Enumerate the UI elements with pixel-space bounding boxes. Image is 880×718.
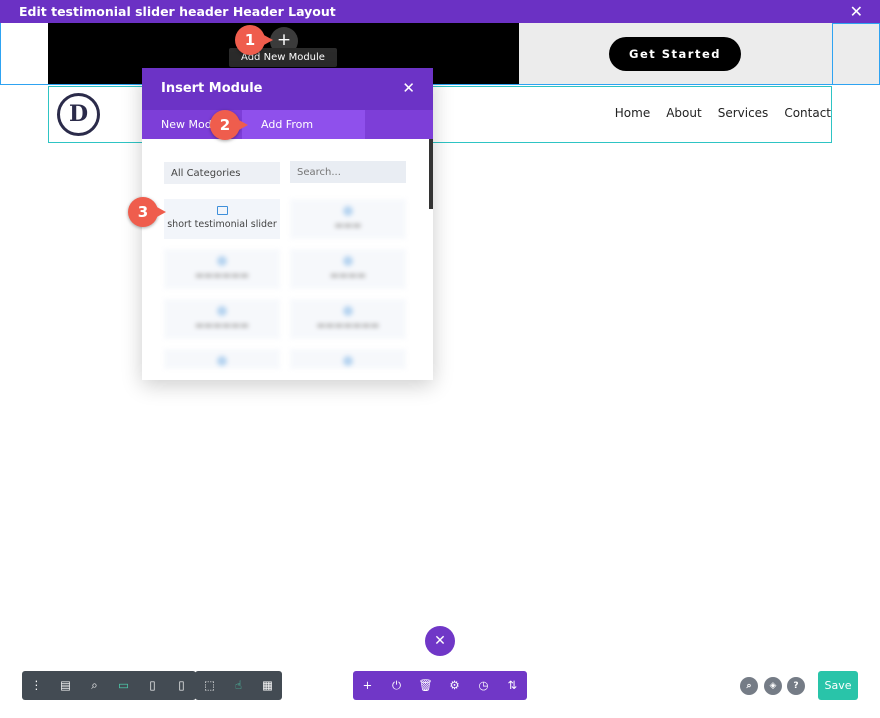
menu-item-contact[interactable]: Contact — [784, 106, 831, 120]
tab-add-from-library[interactable]: Add From Library — [242, 110, 365, 160]
step-badge-1: 1 — [235, 25, 273, 55]
desktop-icon[interactable]: ▭ — [109, 671, 138, 700]
plus-icon[interactable]: + — [353, 671, 382, 700]
library-item-blurred[interactable]: ▬▬▬▬▬▬ — [164, 249, 280, 289]
library-item-blurred[interactable]: ▬▬▬▬ — [290, 249, 406, 289]
window-title: Edit testimonial slider header Header La… — [19, 4, 336, 19]
library-item-short-testimonial-slider[interactable]: short testimonial slider — [164, 199, 280, 239]
grid-icon[interactable]: ▦ — [253, 671, 282, 700]
step-badge-3: 3 — [128, 197, 166, 227]
close-icon[interactable]: ✕ — [850, 2, 863, 21]
library-search-input[interactable] — [290, 161, 406, 183]
menu-item-home[interactable]: Home — [615, 106, 650, 120]
toolbar-tools: ⬚ ☝ ▦ — [195, 671, 282, 700]
library-item-blurred[interactable] — [164, 349, 280, 369]
modal-scrollbar[interactable] — [429, 139, 433, 209]
module-icon — [217, 356, 227, 366]
modal-title: Insert Module — [161, 81, 263, 96]
power-icon[interactable]: ⏻ — [382, 671, 411, 700]
module-icon — [343, 356, 353, 366]
phone-icon[interactable]: ▯ — [167, 671, 196, 700]
section-outline-right — [832, 23, 880, 85]
main-menu: Home About Services Contact — [615, 106, 831, 120]
modal-close-icon[interactable]: ✕ — [402, 79, 415, 97]
window-title-bar: Edit testimonial slider header Header La… — [0, 0, 880, 23]
sort-icon[interactable]: ⇅ — [498, 671, 527, 700]
section-outline — [0, 23, 880, 85]
help-icon[interactable]: ? — [787, 677, 805, 695]
menu-item-services[interactable]: Services — [718, 106, 769, 120]
zoom-icon[interactable]: ⌕ — [80, 671, 109, 700]
click-mode-icon[interactable]: ☝ — [224, 671, 253, 700]
module-icon — [217, 256, 227, 266]
library-item-blurred[interactable]: ▬▬▬▬▬▬▬ — [290, 299, 406, 339]
insert-module-modal: Insert Module ✕ New Module Add From Libr… — [142, 68, 433, 380]
close-fab-button[interactable]: ✕ — [425, 626, 455, 656]
module-icon — [343, 306, 353, 316]
more-vertical-icon[interactable]: ⋮ — [22, 671, 51, 700]
tablet-icon[interactable]: ▯ — [138, 671, 167, 700]
library-item-blurred[interactable]: ▬▬▬ — [290, 199, 406, 239]
toolbar-page-actions: + ⏻ 🗑 ⚙ ◷ ⇅ — [353, 671, 527, 700]
module-icon — [343, 256, 353, 266]
module-icon — [216, 206, 228, 215]
module-icon — [217, 306, 227, 316]
library-item-label: short testimonial slider — [167, 219, 277, 230]
module-icon — [343, 206, 353, 216]
get-started-button[interactable]: Get Started — [609, 37, 741, 71]
modal-tabs: New Module Add From Library — [142, 110, 433, 160]
select-icon[interactable]: ⬚ — [195, 671, 224, 700]
wireframe-icon[interactable]: ▤ — [51, 671, 80, 700]
search-icon[interactable]: ⌕ — [740, 677, 758, 695]
save-button[interactable]: Save — [818, 671, 858, 700]
category-select[interactable]: All Categories — [164, 162, 280, 184]
toolbar-view-modes: ⋮ ▤ ⌕ ▭ ▯ ▯ — [22, 671, 196, 700]
layers-icon[interactable]: ◈ — [764, 677, 782, 695]
history-icon[interactable]: ◷ — [469, 671, 498, 700]
modal-header: Insert Module ✕ — [142, 68, 433, 110]
settings-icon[interactable]: ⚙ — [440, 671, 469, 700]
library-item-blurred[interactable]: ▬▬▬▬▬▬ — [164, 299, 280, 339]
logo: D — [57, 93, 100, 136]
step-badge-2: 2 — [210, 110, 248, 140]
trash-icon[interactable]: 🗑 — [411, 671, 440, 700]
library-item-blurred[interactable] — [290, 349, 406, 369]
menu-item-about[interactable]: About — [666, 106, 701, 120]
